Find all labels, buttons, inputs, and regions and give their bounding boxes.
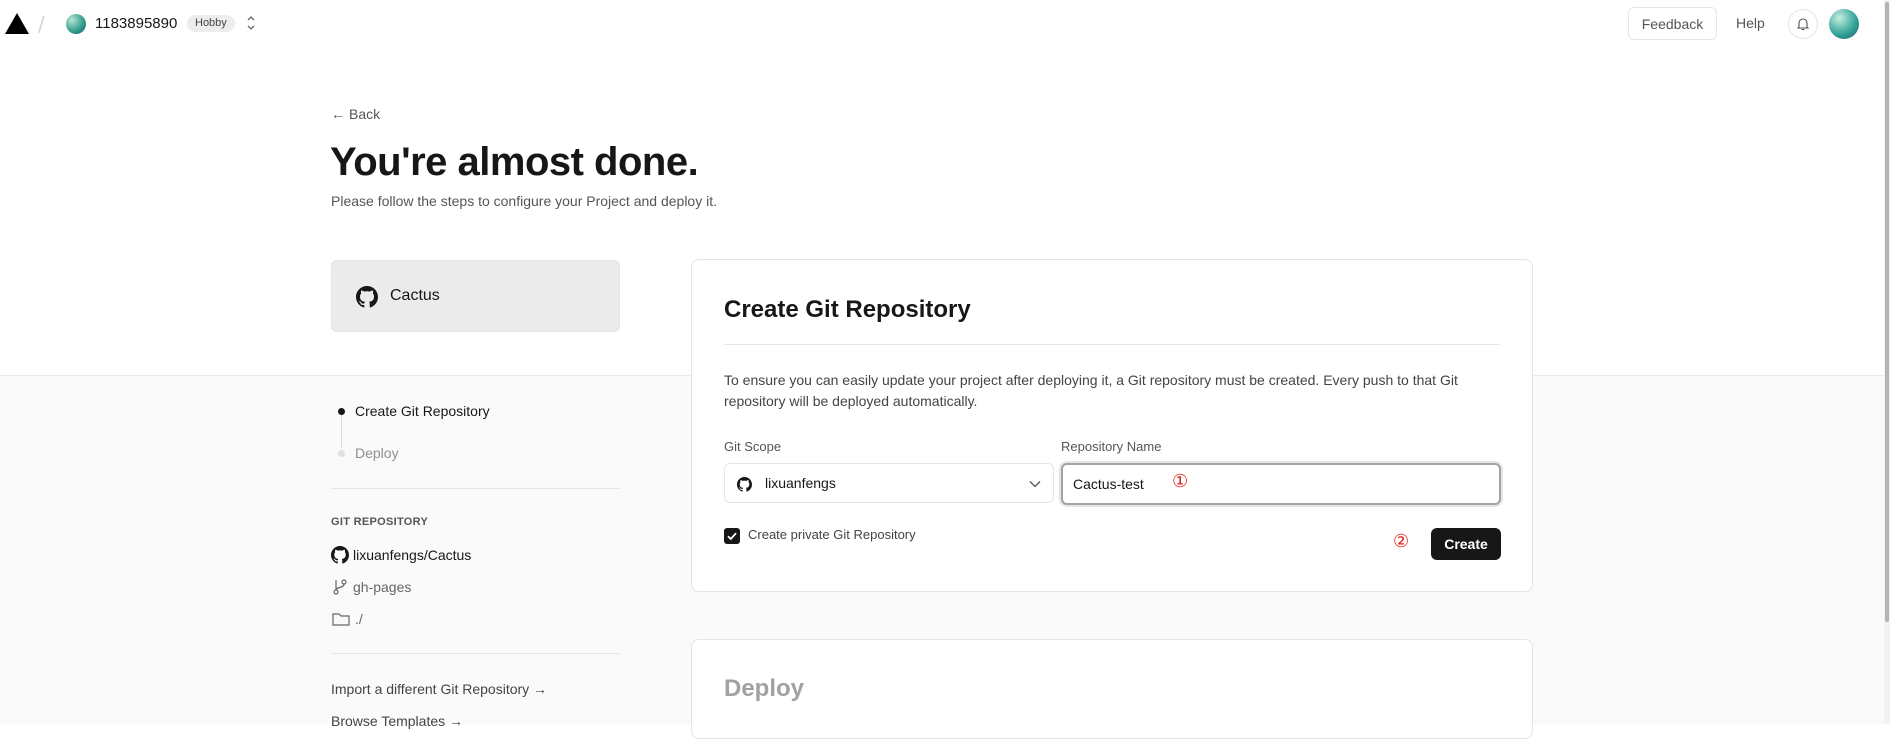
back-link[interactable]: ← Back [331, 106, 380, 122]
scrollbar-thumb[interactable] [1885, 2, 1889, 622]
root-directory: ./ [355, 611, 363, 627]
arrow-left-icon: ← [331, 106, 345, 122]
plan-badge: Hobby [187, 15, 235, 32]
source-repo-name: Cactus [390, 287, 440, 304]
git-repo-name: lixuanfengs/Cactus [353, 547, 472, 563]
root-directory-row: ./ [331, 610, 363, 628]
private-repo-label[interactable]: Create private Git Repository [748, 527, 916, 542]
chevron-up-down-icon[interactable] [245, 13, 257, 33]
github-icon [331, 546, 349, 564]
page-title: You're almost done. [330, 140, 699, 184]
folder-icon [332, 613, 350, 626]
git-repo-row[interactable]: lixuanfengs/Cactus [331, 546, 471, 564]
create-button[interactable]: Create [1431, 528, 1501, 560]
source-repo-card: Cactus [331, 260, 620, 332]
team-name[interactable]: 1183895890 [95, 15, 177, 32]
bell-icon [1796, 18, 1810, 31]
team-avatar[interactable] [66, 14, 86, 34]
chevron-down-icon [1029, 481, 1041, 488]
back-label: Back [349, 106, 381, 122]
page-subtitle: Please follow the steps to configure you… [331, 193, 717, 209]
deploy-card: Deploy [691, 639, 1533, 739]
git-branch-icon [333, 579, 347, 595]
step-connector [341, 415, 342, 448]
private-repo-checkbox[interactable] [724, 528, 740, 544]
checkmark-icon [727, 532, 737, 541]
create-git-repository-card: Create Git Repository To ensure you can … [691, 259, 1533, 592]
browse-templates-link[interactable]: Browse Templates → [331, 713, 463, 729]
repository-name-label: Repository Name [1061, 439, 1162, 454]
import-different-repo-link[interactable]: Import a different Git Repository → [331, 681, 547, 697]
git-branch-name: gh-pages [353, 579, 412, 595]
card-divider [724, 344, 1500, 345]
repository-name-input[interactable] [1061, 463, 1501, 505]
annotation-marker-1: ① [1172, 471, 1189, 492]
step-create-git-repository: Create Git Repository [355, 403, 490, 419]
card-title: Create Git Repository [724, 296, 971, 323]
step-deploy: Deploy [355, 445, 399, 461]
git-repository-heading: GIT REPOSITORY [331, 516, 429, 528]
notifications-button[interactable] [1788, 9, 1818, 39]
card-description: To ensure you can easily update your pro… [724, 372, 1458, 409]
breadcrumb-separator: / [38, 12, 45, 36]
github-icon [737, 477, 752, 492]
divider [331, 488, 620, 489]
annotation-marker-2: ② [1393, 531, 1410, 552]
git-branch-row: gh-pages [331, 578, 411, 596]
git-scope-value: lixuanfengs [765, 475, 836, 491]
step-indicator-active [338, 408, 345, 415]
github-icon [356, 286, 378, 308]
top-navigation: / 1183895890 Hobby Feedback Help [0, 0, 1890, 48]
user-avatar[interactable] [1829, 9, 1859, 39]
divider [331, 653, 620, 654]
vercel-logo-icon[interactable] [5, 13, 29, 34]
git-scope-label: Git Scope [724, 439, 782, 454]
step-indicator-inactive [338, 450, 345, 457]
feedback-button[interactable]: Feedback [1628, 7, 1717, 40]
git-scope-select[interactable]: lixuanfengs [724, 463, 1054, 503]
deploy-title: Deploy [724, 675, 805, 702]
help-link[interactable]: Help [1736, 15, 1765, 31]
